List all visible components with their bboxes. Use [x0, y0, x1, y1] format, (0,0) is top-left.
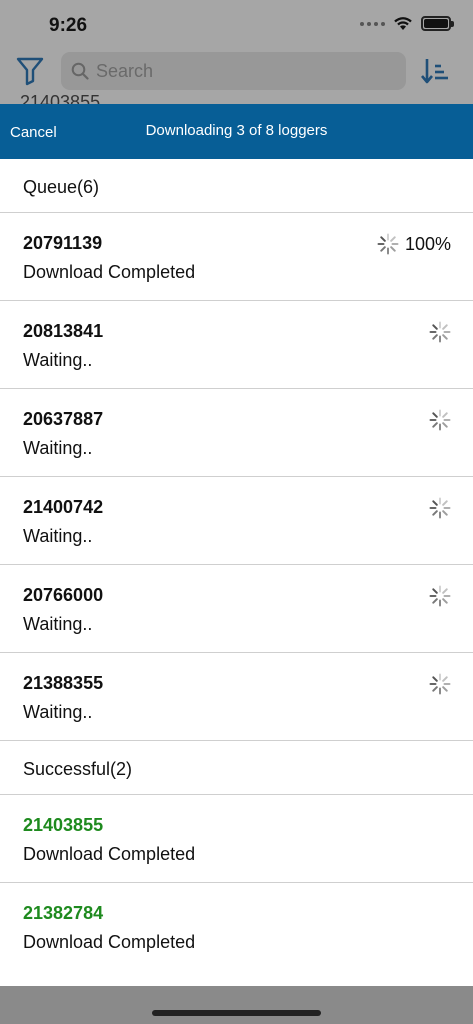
home-indicator[interactable] [152, 1010, 321, 1016]
background-app: 9:26 Search 21403855 [0, 0, 473, 104]
sort-icon[interactable] [420, 56, 450, 86]
logger-id: 21382784 [23, 903, 104, 923]
progress-indicator [429, 409, 451, 431]
logger-id: 21400742 [23, 497, 104, 517]
filter-icon[interactable] [16, 56, 44, 86]
wifi-icon [394, 17, 412, 30]
queue-item: 20813841 Waiting.. [0, 301, 473, 389]
logger-id: 20813841 [23, 321, 104, 341]
queue-item: 20766000 Waiting.. [0, 565, 473, 653]
queue-item: 20637887 Waiting.. [0, 389, 473, 477]
search-placeholder: Search [96, 61, 154, 81]
progress-indicator [429, 585, 451, 607]
successful-section-title: Successful(2) [23, 759, 133, 779]
logger-status: Download Completed [23, 844, 196, 864]
spinner-icon [429, 585, 451, 607]
download-sheet: Queue(6) 20791139 Download Completed 100… [0, 159, 473, 986]
logger-id: 21388355 [23, 673, 104, 693]
logger-id: 21403855 [23, 815, 104, 835]
search-input[interactable]: Search [61, 52, 406, 90]
logger-status: Download Completed [23, 262, 196, 282]
successful-section-header: Successful(2) [0, 741, 473, 795]
status-icons [360, 16, 454, 31]
queue-item: 21400742 Waiting.. [0, 477, 473, 565]
status-bar: 9:26 [0, 0, 473, 52]
queue-section-title: Queue(6) [23, 177, 100, 197]
successful-item: 21403855 Download Completed [0, 795, 473, 883]
logger-id: 20637887 [23, 409, 104, 429]
spinner-icon [429, 497, 451, 519]
progress-indicator [429, 321, 451, 343]
progress-indicator [429, 673, 451, 695]
status-time: 9:26 [49, 15, 88, 36]
battery-icon [421, 16, 454, 31]
queue-section-header: Queue(6) [0, 159, 473, 213]
logger-id: 20766000 [23, 585, 104, 605]
spinner-icon [429, 409, 451, 431]
successful-item: 21382784 Download Completed [0, 883, 473, 971]
search-icon [71, 62, 89, 80]
background-list-peek: 21403855 [20, 92, 101, 104]
progress-percent: 100% [404, 233, 451, 254]
logger-id: 20791139 [23, 233, 103, 253]
bottom-area [0, 986, 473, 1024]
logger-status: Waiting.. [23, 526, 93, 546]
progress-indicator [429, 497, 451, 519]
signal-icon [360, 21, 385, 26]
logger-status: Waiting.. [23, 438, 93, 458]
header-title: Downloading 3 of 8 loggers [145, 122, 328, 139]
spinner-icon [429, 673, 451, 695]
queue-item: 21388355 Waiting.. [0, 653, 473, 741]
spinner-icon [429, 321, 451, 343]
background-toolbar: Search [0, 52, 473, 92]
queue-item: 20791139 Download Completed 100% [0, 213, 473, 301]
logger-status: Waiting.. [23, 614, 93, 634]
download-header: Cancel Downloading 3 of 8 loggers [0, 104, 473, 159]
spinner-icon [377, 233, 399, 255]
logger-status: Waiting.. [23, 702, 93, 722]
progress-indicator: 100% [377, 233, 451, 255]
logger-status: Waiting.. [23, 350, 93, 370]
logger-status: Download Completed [23, 932, 196, 952]
